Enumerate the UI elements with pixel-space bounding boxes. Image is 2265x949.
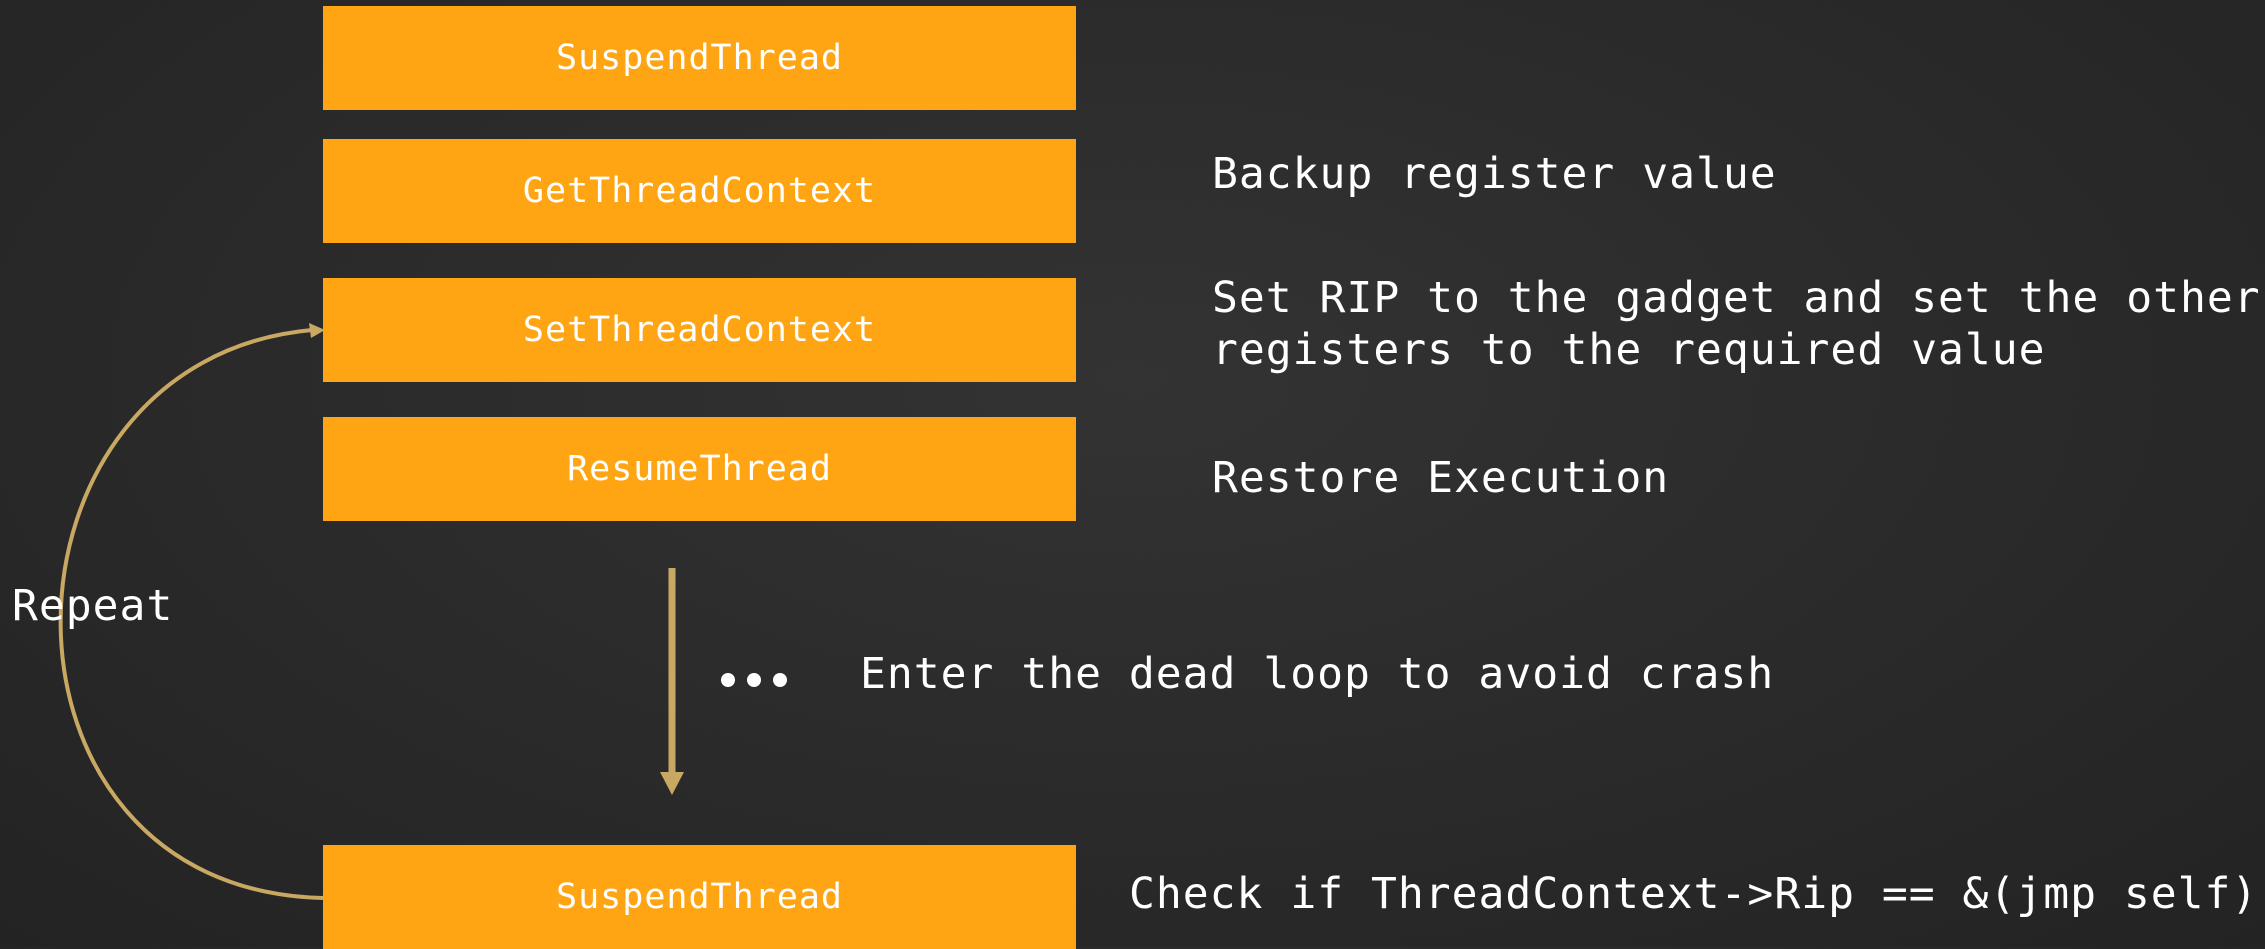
step-resume-thread-box: ResumeThread bbox=[323, 417, 1076, 521]
step-suspend-thread-box: SuspendThread bbox=[323, 6, 1076, 110]
note-check: Check if ThreadContext->Rip == &(jmp sel… bbox=[1129, 869, 2259, 919]
step-label: SetThreadContext bbox=[522, 310, 877, 350]
note-set-rip-line2: registers to the required value bbox=[1212, 325, 2046, 375]
note-restore: Restore Execution bbox=[1212, 453, 1670, 503]
step-set-thread-context-box: SetThreadContext bbox=[323, 278, 1076, 382]
repeat-label: Repeat bbox=[12, 581, 174, 631]
step-get-thread-context-box: GetThreadContext bbox=[323, 139, 1076, 243]
step-label: GetThreadContext bbox=[522, 171, 877, 211]
step-label: SuspendThread bbox=[556, 38, 843, 78]
note-dead-loop: Enter the dead loop to avoid crash bbox=[860, 649, 1775, 699]
step-label: ResumeThread bbox=[567, 449, 832, 489]
step-suspend-thread-final-box: SuspendThread bbox=[323, 845, 1076, 949]
three-dots-icon bbox=[721, 673, 787, 687]
note-set-rip-line1: Set RIP to the gadget and set the other bbox=[1212, 273, 2261, 323]
note-backup: Backup register value bbox=[1212, 149, 1777, 199]
down-arrowhead-icon bbox=[660, 772, 684, 795]
step-label: SuspendThread bbox=[556, 877, 843, 917]
